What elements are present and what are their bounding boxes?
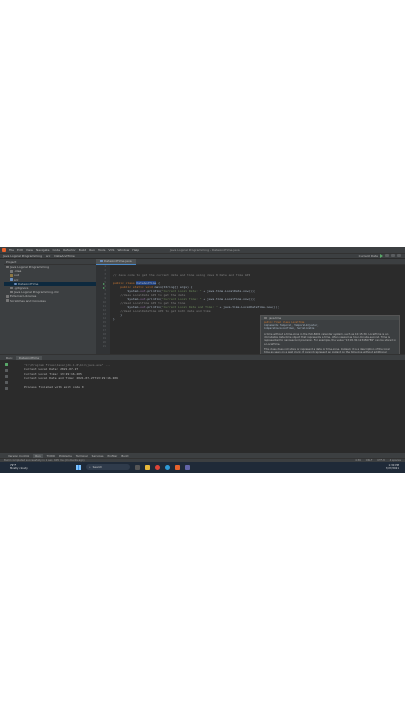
breadcrumb: Java Logical Programming src DateAndTime bbox=[0, 253, 405, 258]
tab-run[interactable]: Run bbox=[33, 453, 43, 458]
run-panel-header: Run: DateAndTime bbox=[0, 355, 405, 360]
breadcrumb-project[interactable]: Java Logical Programming bbox=[3, 254, 42, 258]
project-panel-title[interactable]: Project bbox=[6, 260, 16, 264]
menu-navigate[interactable]: Navigate bbox=[36, 248, 49, 252]
taskbar-search[interactable]: ⌕ Search bbox=[86, 464, 130, 470]
run-tool-window: Run: DateAndTime "C:\Program Files\Java\… bbox=[0, 354, 405, 454]
doc-paragraph: A time without a time-zone in the ISO-86… bbox=[264, 332, 396, 346]
tree-item-label: Scratches and Consoles bbox=[10, 298, 46, 303]
line-number: 21 bbox=[102, 345, 106, 348]
line-gutter: 1 2 3 4 5 6 7 8 9 10 11 12 13 14 15 16 1… bbox=[96, 265, 110, 354]
package-icon bbox=[264, 316, 267, 320]
tab-terminal[interactable]: Terminal bbox=[76, 454, 88, 458]
weather-desc: Mostly cloudy bbox=[10, 467, 28, 471]
print-icon[interactable] bbox=[5, 381, 8, 384]
project-panel: Project Java Logical Programming .idea o… bbox=[4, 259, 97, 354]
window-title: Java Logical Programming - DateAndTime.j… bbox=[170, 248, 240, 252]
console-output[interactable]: "C:\Program Files\Java\jdk-1.8\bin\java.… bbox=[24, 363, 264, 389]
menu-edit[interactable]: Edit bbox=[17, 248, 23, 252]
rerun-icon[interactable] bbox=[5, 363, 8, 366]
doc-signature-line: Comparable<LocalTime>, Serializable bbox=[264, 327, 315, 331]
windows-start-icon[interactable] bbox=[76, 464, 81, 470]
scratches-icon bbox=[6, 299, 9, 302]
tab-dateandtime[interactable]: DateAndTime.java bbox=[96, 258, 136, 265]
tree-item-scratches[interactable]: Scratches and Consoles bbox=[4, 299, 96, 303]
menu-file[interactable]: File bbox=[9, 248, 14, 252]
source-folder-icon bbox=[10, 278, 13, 281]
menu-window[interactable]: Window bbox=[117, 248, 129, 252]
file-icon bbox=[10, 286, 13, 290]
class-icon bbox=[14, 282, 17, 286]
stop-icon[interactable] bbox=[391, 254, 395, 257]
run-config-select[interactable]: Current Date bbox=[359, 254, 378, 258]
folder-icon bbox=[10, 270, 13, 273]
ide-window: File Edit View Navigate Code Refactor Bu… bbox=[0, 247, 405, 473]
intellij-icon[interactable] bbox=[175, 464, 180, 470]
tab-build[interactable]: Build bbox=[121, 454, 128, 458]
scroll-to-end-icon[interactable] bbox=[5, 375, 8, 378]
console-line: Process finished with exit code 0 bbox=[24, 384, 84, 389]
file-icon bbox=[10, 290, 13, 294]
stop-icon[interactable] bbox=[5, 369, 8, 372]
menu-tools[interactable]: Tools bbox=[98, 248, 105, 252]
menu-refactor[interactable]: Refactor bbox=[63, 248, 76, 252]
class-icon bbox=[100, 259, 103, 263]
folder-icon bbox=[10, 274, 13, 277]
search-placeholder: Search bbox=[92, 465, 103, 469]
edge-icon[interactable] bbox=[165, 464, 170, 470]
tab-services[interactable]: Services bbox=[92, 454, 104, 458]
main-toolbar: Current Date bbox=[359, 253, 401, 258]
doc-package: java.time bbox=[269, 316, 282, 320]
call-date: java.time.LocalDate.now()); bbox=[206, 289, 256, 293]
windows-taskbar: 79°F Mostly cloudy ⌕ Search 1:30 PM 7/27… bbox=[0, 462, 405, 473]
system-clock[interactable]: 1:30 PM 7/27/2021 bbox=[386, 464, 399, 470]
call-datetime: java.time.LocalDateTime.now()); bbox=[223, 305, 280, 309]
run-config-tab[interactable]: DateAndTime bbox=[15, 355, 43, 360]
task-view-icon[interactable] bbox=[135, 464, 140, 470]
taskbar-center: ⌕ Search bbox=[76, 464, 190, 470]
search-icon: ⌕ bbox=[89, 465, 91, 469]
teams-icon[interactable] bbox=[185, 464, 190, 470]
file-explorer-icon[interactable] bbox=[145, 464, 150, 470]
doc-signature: public final class LocalTime implements … bbox=[261, 320, 399, 332]
trash-icon[interactable] bbox=[5, 387, 8, 390]
menu-build[interactable]: Build bbox=[79, 248, 87, 252]
weather-widget[interactable]: 79°F Mostly cloudy bbox=[10, 464, 28, 470]
call-time: java.time.LocalTime.now()); bbox=[206, 297, 256, 301]
breadcrumb-class[interactable]: DateAndTime bbox=[54, 254, 74, 258]
tab-todo[interactable]: TODO bbox=[47, 454, 55, 458]
menu-view[interactable]: View bbox=[26, 248, 33, 252]
breadcrumb-src[interactable]: src bbox=[46, 254, 50, 258]
debug-icon[interactable] bbox=[385, 254, 389, 257]
search-everywhere-icon[interactable] bbox=[397, 254, 401, 257]
menu-run[interactable]: Run bbox=[89, 248, 95, 252]
run-class-gutter-icon[interactable] bbox=[103, 283, 105, 285]
folder-icon bbox=[6, 265, 9, 269]
run-toolbar bbox=[4, 361, 9, 433]
tab-profiler[interactable]: Profiler bbox=[107, 454, 117, 458]
library-icon bbox=[6, 295, 9, 298]
tab-version-control[interactable]: Version Control bbox=[8, 454, 29, 458]
run-icon[interactable] bbox=[380, 253, 383, 258]
menu-code[interactable]: Code bbox=[52, 248, 60, 252]
app-logo-icon bbox=[2, 248, 6, 252]
run-main-gutter-icon[interactable] bbox=[103, 287, 105, 289]
tab-problems[interactable]: Problems bbox=[59, 454, 72, 458]
menu-vcs[interactable]: VCS bbox=[108, 248, 114, 252]
menu-help[interactable]: Help bbox=[132, 248, 139, 252]
run-label: Run: bbox=[6, 355, 13, 360]
tab-label: DateAndTime.java bbox=[104, 259, 132, 263]
chrome-icon[interactable] bbox=[155, 464, 160, 470]
clock-date: 7/27/2021 bbox=[385, 467, 399, 471]
